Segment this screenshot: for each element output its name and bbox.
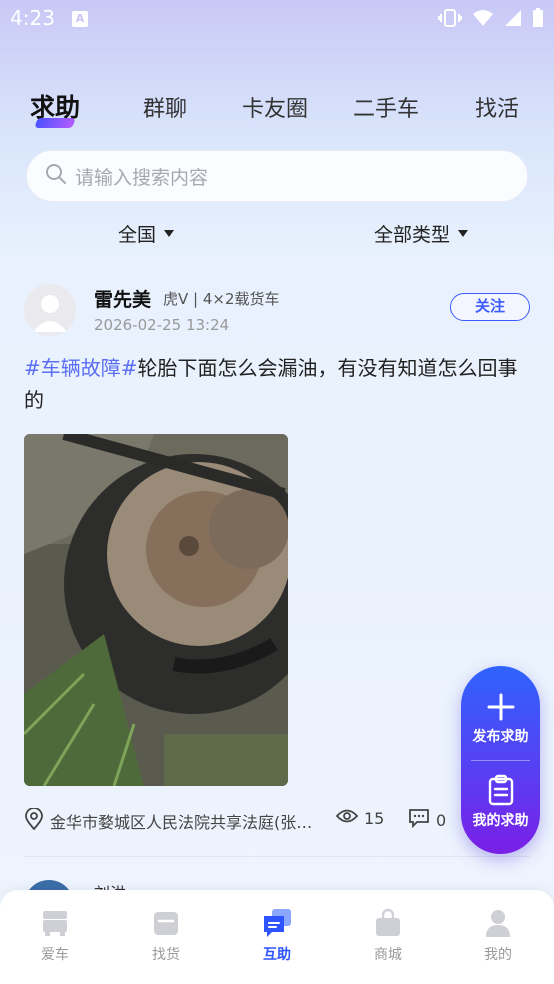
bag-icon	[373, 908, 403, 938]
publish-help-label: 发布求助	[472, 729, 529, 745]
vehicle-type: 4×2载货车	[202, 290, 280, 308]
status-bar: 4:23 A	[0, 0, 554, 38]
nav-label: 找货	[152, 947, 180, 963]
person-icon	[483, 908, 513, 938]
tab-find-work[interactable]: 找活	[475, 91, 519, 123]
comments-count: 0	[436, 810, 447, 830]
chat-icon	[262, 908, 292, 938]
my-help-button[interactable]: 我的求助	[461, 774, 540, 830]
tab-trucker-circle[interactable]: 卡友圈	[242, 91, 308, 123]
post-views: 15	[335, 808, 385, 828]
nav-item-mall[interactable]: 商城	[348, 908, 428, 964]
active-tab-indicator	[34, 118, 76, 128]
top-tabs: 求助 群聊 卡友圈 二手车 找活	[0, 88, 554, 128]
bottom-nav: 爱车 找货 互助 商城 我的	[0, 890, 554, 984]
publish-help-button[interactable]: 发布求助	[461, 692, 540, 746]
region-filter[interactable]: 全国	[118, 220, 175, 247]
nav-item-mutual-help[interactable]: 互助	[237, 908, 317, 964]
box-icon	[151, 908, 181, 938]
status-icons	[438, 8, 544, 32]
nav-label: 商城	[374, 947, 402, 963]
battery-icon	[532, 8, 544, 32]
type-filter-label: 全部类型	[374, 224, 451, 246]
avatar[interactable]	[24, 284, 76, 336]
views-count: 15	[364, 808, 385, 828]
location-text: 金华市婺城区人民法院共享法庭(张…	[50, 813, 313, 832]
search-icon	[45, 163, 67, 189]
vip-badge: 虎V	[163, 290, 189, 308]
wifi-icon	[472, 9, 494, 31]
notification-badge: A	[72, 11, 88, 27]
clipboard-icon	[487, 774, 515, 810]
search-input[interactable]: 请输入搜索内容	[26, 150, 528, 202]
truck-icon	[40, 908, 70, 938]
search-placeholder: 请输入搜索内容	[75, 166, 209, 189]
type-filter[interactable]: 全部类型	[374, 220, 469, 247]
caret-down-icon	[164, 230, 175, 237]
post-comments[interactable]: 0	[408, 808, 446, 832]
follow-button[interactable]: 关注	[450, 293, 530, 321]
nav-label: 爱车	[41, 947, 69, 963]
nav-label: 互助	[263, 947, 291, 963]
location-pin-icon	[24, 807, 44, 834]
comment-icon	[408, 808, 430, 832]
status-time: 4:23	[10, 6, 55, 30]
fab-divider	[471, 760, 530, 761]
nav-item-find-cargo[interactable]: 找货	[126, 908, 206, 964]
nav-item-my-truck[interactable]: 爱车	[15, 908, 95, 964]
floating-action-panel: 发布求助 我的求助	[461, 666, 540, 854]
post-image[interactable]	[24, 434, 288, 786]
hashtag[interactable]: #车辆故障#	[24, 356, 138, 380]
region-filter-label: 全国	[118, 224, 157, 246]
eye-icon	[335, 808, 359, 828]
post-author[interactable]: 雷先美	[94, 285, 151, 312]
post-content[interactable]: #车辆故障#轮胎下面怎么会漏油，有没有知道怎么回事的	[24, 352, 524, 416]
tab-group-chat[interactable]: 群聊	[143, 91, 187, 123]
post-time: 2026-02-25 13:24	[94, 316, 230, 334]
plus-icon	[486, 693, 516, 726]
tab-used-trucks[interactable]: 二手车	[353, 91, 419, 123]
nav-label: 我的	[484, 947, 512, 963]
nav-item-profile[interactable]: 我的	[458, 908, 538, 964]
post-footer: 金华市婺城区人民法院共享法庭(张… 15 0	[24, 807, 446, 834]
vibrate-icon	[438, 8, 462, 32]
post-location[interactable]: 金华市婺城区人民法院共享法庭(张…	[24, 807, 313, 834]
caret-down-icon	[458, 230, 469, 237]
signal-icon	[504, 9, 522, 31]
divider	[24, 856, 530, 857]
post-author-meta: 虎V | 4×2载货车	[163, 290, 280, 308]
my-help-label: 我的求助	[472, 813, 529, 829]
